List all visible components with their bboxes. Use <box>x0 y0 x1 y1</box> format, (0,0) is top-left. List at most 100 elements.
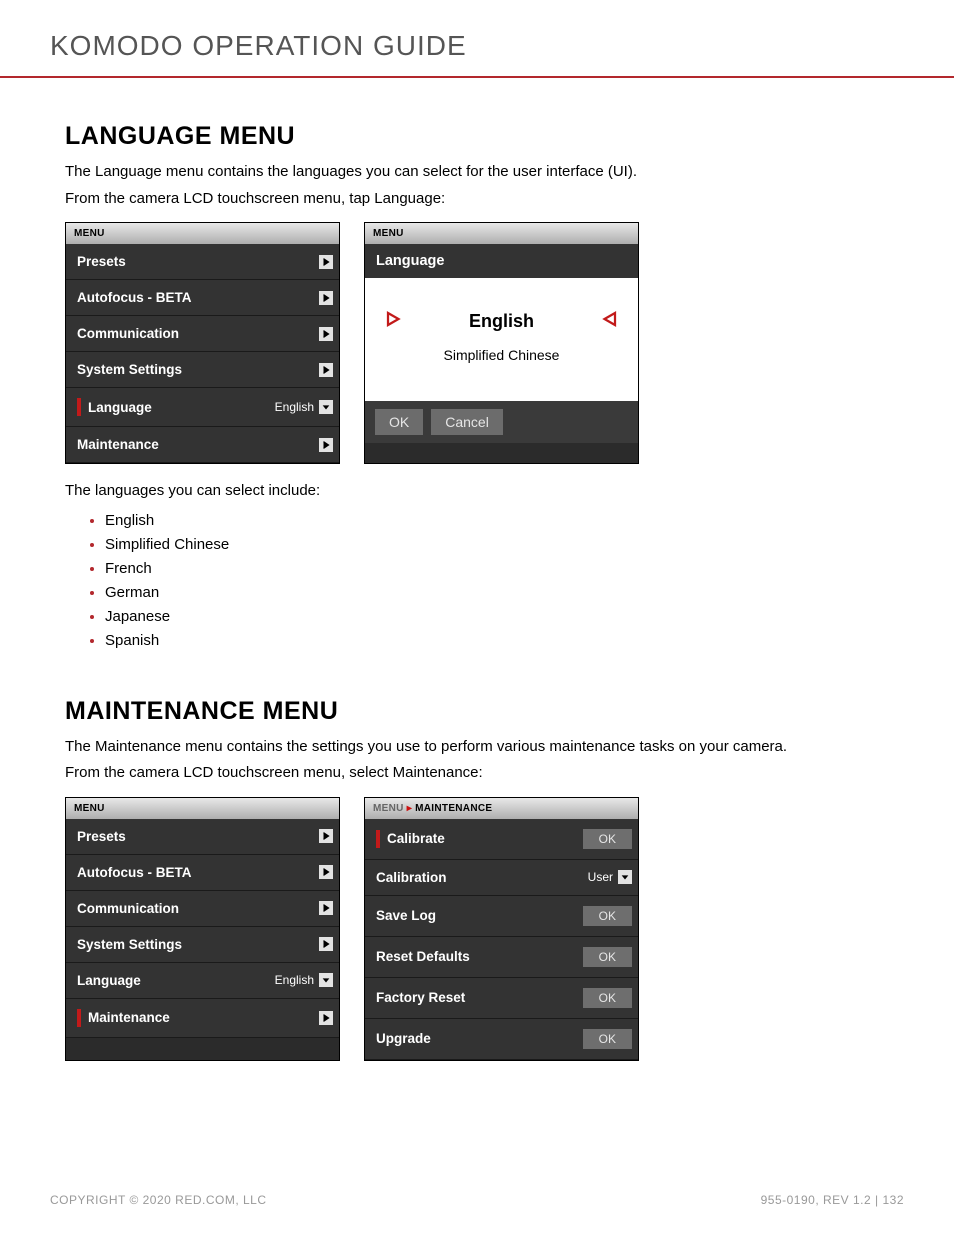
list-item: German <box>105 581 889 605</box>
menu-row-right <box>319 937 333 951</box>
menu-row-label: Presets <box>77 829 126 844</box>
language-list-intro: The languages you can select include: <box>65 480 889 503</box>
menu-row-right: OK <box>583 829 632 849</box>
menu-row[interactable]: Autofocus - BETA <box>66 280 339 316</box>
language-sub: Simplified Chinese <box>373 347 630 383</box>
page-header: KOMODO OPERATION GUIDE <box>0 0 954 78</box>
lcd-header: MENU ▸ MAINTENANCE <box>365 798 638 819</box>
menu-row[interactable]: Calibrate OK <box>365 819 638 860</box>
chevron-right-icon[interactable] <box>319 291 333 305</box>
page-footer: COPYRIGHT © 2020 RED.COM, LLC 955-0190, … <box>50 1193 904 1207</box>
menu-row[interactable]: Autofocus - BETA <box>66 855 339 891</box>
chevron-right-icon[interactable] <box>319 937 333 951</box>
menu-row-label: Reset Defaults <box>376 949 470 964</box>
ok-button[interactable]: OK <box>583 1029 632 1049</box>
menu-row-right <box>319 291 333 305</box>
menu-row-right <box>319 255 333 269</box>
menu-row-label: Autofocus - BETA <box>77 290 192 305</box>
menu-row-label: Presets <box>77 254 126 269</box>
language-menu-heading: LANGUAGE MENU <box>65 122 889 151</box>
dropdown-triangle-icon[interactable] <box>319 973 333 987</box>
list-item: French <box>105 557 889 581</box>
menu-row[interactable]: Calibration User <box>365 860 638 896</box>
menu-row-value: English <box>275 400 314 414</box>
chevron-right-icon[interactable] <box>319 1011 333 1025</box>
language-main: English <box>469 311 534 332</box>
menu-row-right <box>319 865 333 879</box>
ok-button[interactable]: OK <box>583 829 632 849</box>
lcd-language-detail: MENU Language English Simplified Chinese… <box>364 222 639 464</box>
menu-row[interactable]: Presets <box>66 244 339 280</box>
menu-row-right <box>319 901 333 915</box>
menu-row-label: Language <box>88 400 152 415</box>
language-buttons: OK Cancel <box>365 401 638 443</box>
lcd-rows: Presets Autofocus - BETA Communication Syst… <box>66 819 339 1038</box>
menu-row-right <box>319 1011 333 1025</box>
menu-row-label: Communication <box>77 901 179 916</box>
ok-button[interactable]: OK <box>583 906 632 926</box>
menu-row[interactable]: Communication <box>66 891 339 927</box>
menu-row[interactable]: Language English <box>66 388 339 427</box>
menu-row[interactable]: Reset Defaults OK <box>365 937 638 978</box>
menu-row-label: Calibration <box>376 870 447 885</box>
menu-row-value: English <box>275 973 314 987</box>
cancel-button[interactable]: Cancel <box>431 409 503 435</box>
menu-row-right: OK <box>583 947 632 967</box>
chevron-right-icon[interactable] <box>319 363 333 377</box>
lcd-menu-screenshot: MENU Presets Autofocus - BETA Communicatio… <box>65 222 340 464</box>
chevron-right-icon[interactable] <box>319 327 333 341</box>
breadcrumb-root: MENU <box>373 803 404 814</box>
lcd-maintenance-detail: MENU ▸ MAINTENANCE Calibrate OK Calibratio… <box>364 797 639 1061</box>
menu-row[interactable]: System Settings <box>66 352 339 388</box>
breadcrumb-leaf: MAINTENANCE <box>415 803 492 814</box>
chevron-right-icon[interactable] <box>319 865 333 879</box>
list-item: Spanish <box>105 629 889 653</box>
language-title: Language <box>365 244 638 278</box>
chevron-right-icon[interactable] <box>319 829 333 843</box>
ok-button[interactable]: OK <box>375 409 423 435</box>
lcd-header: MENU <box>365 223 638 244</box>
language-menu-p2: From the camera LCD touchscreen menu, ta… <box>65 188 889 211</box>
menu-row-label: Calibrate <box>387 831 445 846</box>
menu-row[interactable]: Maintenance <box>66 999 339 1038</box>
menu-row[interactable]: Factory Reset OK <box>365 978 638 1019</box>
breadcrumb-sep-icon: ▸ <box>407 803 415 814</box>
selected-marker-icon <box>376 830 380 848</box>
menu-row-right: OK <box>583 988 632 1008</box>
menu-row-right: English <box>275 973 333 987</box>
menu-row-label: Maintenance <box>88 1010 170 1025</box>
menu-row[interactable]: UpgradeOK <box>365 1019 638 1060</box>
list-item: English <box>105 509 889 533</box>
language-selector[interactable]: English <box>373 296 630 347</box>
menu-row-right: English <box>275 400 333 414</box>
dropdown-triangle-icon[interactable] <box>618 870 632 884</box>
lcd-header: MENU <box>66 223 339 244</box>
menu-row[interactable]: Presets <box>66 819 339 855</box>
selected-marker-icon <box>77 1009 81 1027</box>
menu-row[interactable]: Save LogOK <box>365 896 638 937</box>
menu-row[interactable]: System Settings <box>66 927 339 963</box>
menu-row-label: Factory Reset <box>376 990 465 1005</box>
selected-marker-icon <box>77 398 81 416</box>
chevron-right-icon[interactable] <box>319 255 333 269</box>
menu-row-label: Autofocus - BETA <box>77 865 192 880</box>
arrow-left-icon[interactable] <box>600 310 618 333</box>
menu-row-right: OK <box>583 906 632 926</box>
lcd-menu-screenshot-2: MENU PresetsAutofocus - BETACommunicatio… <box>65 797 340 1061</box>
chevron-right-icon[interactable] <box>319 901 333 915</box>
menu-row[interactable]: Language English <box>66 963 339 999</box>
chevron-right-icon[interactable] <box>319 438 333 452</box>
ok-button[interactable]: OK <box>583 988 632 1008</box>
arrow-right-icon[interactable] <box>385 310 403 333</box>
menu-row-right <box>319 829 333 843</box>
dropdown-triangle-icon[interactable] <box>319 400 333 414</box>
menu-row-right <box>319 438 333 452</box>
list-item: Japanese <box>105 605 889 629</box>
list-item: Simplified Chinese <box>105 533 889 557</box>
menu-row[interactable]: Maintenance <box>66 427 339 463</box>
menu-row[interactable]: Communication <box>66 316 339 352</box>
ok-button[interactable]: OK <box>583 947 632 967</box>
menu-row-label: Language <box>77 973 141 988</box>
menu-row-right: User <box>588 870 632 884</box>
language-list: EnglishSimplified ChineseFrenchGermanJap… <box>65 509 889 653</box>
